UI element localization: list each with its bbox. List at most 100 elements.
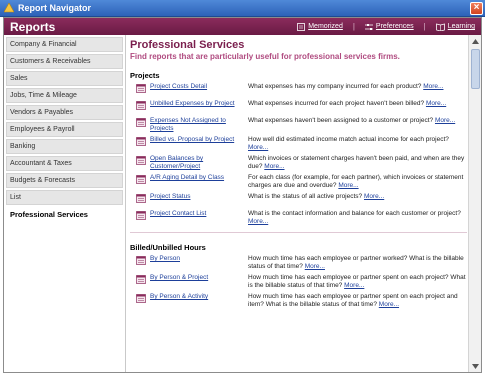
more-link[interactable]: More... — [305, 263, 325, 270]
report-icon[interactable] — [136, 256, 146, 265]
report-description: How much time has each employee or partn… — [246, 293, 467, 309]
report-description-text: What expenses haven't been assigned to a… — [248, 117, 434, 124]
more-link[interactable]: More... — [248, 218, 268, 225]
report-navigator-icon — [4, 3, 14, 13]
section-title-billed-unbilled-hours: Billed/Unbilled Hours — [130, 243, 206, 252]
report-icon[interactable] — [136, 156, 146, 165]
report-link[interactable]: Project Status — [150, 193, 246, 201]
report-row: Project Status What is the status of all … — [130, 193, 467, 207]
more-link[interactable]: More... — [344, 282, 364, 289]
more-link[interactable]: More... — [264, 163, 284, 170]
preferences-icon — [364, 23, 373, 30]
report-link[interactable]: A/R Aging Detail by Class — [150, 174, 246, 182]
section-projects: Project Costs Detail What expenses has my… — [130, 83, 467, 226]
scrollbar-thumb[interactable] — [471, 49, 480, 89]
report-description: How much time has each employee or partn… — [246, 255, 467, 271]
report-description: What expenses incurred for each project … — [246, 100, 467, 108]
report-link[interactable]: Expenses Not Assigned to Projects — [150, 117, 246, 133]
report-row: By Person & Project How much time has eac… — [130, 274, 467, 290]
sidebar-item-budgets-forecasts[interactable]: Budgets & Forecasts — [6, 173, 123, 188]
preferences-link[interactable]: Preferences — [364, 23, 414, 31]
report-link[interactable]: Project Costs Detail — [150, 83, 246, 91]
report-description: How much time has each employee or partn… — [246, 274, 467, 290]
report-description: For each class (for example, for each pa… — [246, 174, 467, 190]
report-description-text: What is the contact information and bala… — [248, 210, 461, 217]
report-description-text: What is the status of all active project… — [248, 193, 363, 200]
sidebar-item-sales[interactable]: Sales — [6, 71, 123, 86]
header-separator: | — [352, 22, 355, 31]
report-description-text: How much time has each employee or partn… — [248, 293, 458, 308]
memorized-icon — [297, 22, 306, 31]
report-link[interactable]: Unbilled Expenses by Project — [150, 100, 246, 108]
preferences-label: Preferences — [375, 23, 414, 30]
report-row: Expenses Not Assigned to Projects What ex… — [130, 117, 467, 133]
report-description: Which invoices or statement charges have… — [246, 155, 467, 171]
more-link[interactable]: More... — [248, 144, 268, 151]
report-icon[interactable] — [136, 118, 146, 127]
sidebar-item-company-financial[interactable]: Company & Financial — [6, 37, 123, 52]
report-icon[interactable] — [136, 137, 146, 146]
vertical-scrollbar[interactable] — [468, 35, 481, 372]
scroll-down-button[interactable] — [469, 360, 482, 372]
memorized-label: Memorized — [308, 23, 343, 30]
reports-title: Reports — [10, 19, 56, 34]
report-row: Project Contact List What is the contact … — [130, 210, 467, 226]
report-link[interactable]: Open Balances by Customer/Project — [150, 155, 246, 171]
report-icon[interactable] — [136, 294, 146, 303]
report-navigator-window: Reports Memorized | Preferences | Learni… — [3, 17, 482, 373]
report-icon[interactable] — [136, 101, 146, 110]
report-icon[interactable] — [136, 84, 146, 93]
learning-link[interactable]: Learning — [435, 22, 475, 31]
more-link[interactable]: More... — [426, 100, 446, 107]
more-link[interactable]: More... — [364, 193, 384, 200]
report-category-sidebar: Company & Financial Customers & Receivab… — [4, 35, 126, 372]
report-icon[interactable] — [136, 211, 146, 220]
report-description-text: What expenses has my company incurred fo… — [248, 83, 422, 90]
report-icon[interactable] — [136, 175, 146, 184]
sidebar-item-professional-services[interactable]: Professional Services — [6, 207, 123, 222]
chevron-up-icon — [472, 38, 479, 44]
report-icon[interactable] — [136, 194, 146, 203]
sidebar-item-customers-receivables[interactable]: Customers & Receivables — [6, 54, 123, 69]
section-billed-unbilled-hours: By Person How much time has each employee… — [130, 255, 467, 309]
close-button[interactable]: × — [470, 2, 483, 15]
report-link[interactable]: By Person — [150, 255, 246, 263]
sidebar-item-vendors-payables[interactable]: Vendors & Payables — [6, 105, 123, 120]
memorized-link[interactable]: Memorized — [297, 22, 343, 31]
more-link[interactable]: More... — [379, 301, 399, 308]
report-description: How well did estimated income match actu… — [246, 136, 467, 152]
sidebar-item-employees-payroll[interactable]: Employees & Payroll — [6, 122, 123, 137]
page-subtitle: Find reports that are particularly usefu… — [130, 52, 400, 61]
report-row: By Person How much time has each employee… — [130, 255, 467, 271]
report-description: What expenses haven't been assigned to a… — [246, 117, 467, 125]
sidebar-item-accountant-taxes[interactable]: Accountant & Taxes — [6, 156, 123, 171]
report-link[interactable]: By Person & Activity — [150, 293, 246, 301]
report-row: A/R Aging Detail by Class For each class … — [130, 174, 467, 190]
report-description-text: How much time has each employee or partn… — [248, 255, 464, 270]
report-link[interactable]: By Person & Project — [150, 274, 246, 282]
close-icon: × — [473, 2, 480, 13]
report-description: What is the status of all active project… — [246, 193, 467, 201]
window-titlebar: Report Navigator × — [0, 0, 485, 17]
learning-label: Learning — [447, 23, 475, 30]
header-separator: | — [423, 22, 426, 31]
sidebar-item-banking[interactable]: Banking — [6, 139, 123, 154]
report-link[interactable]: Billed vs. Proposal by Project — [150, 136, 246, 144]
sidebar-item-list[interactable]: List — [6, 190, 123, 205]
more-link[interactable]: More... — [338, 182, 358, 189]
window-title: Report Navigator — [18, 3, 92, 13]
scroll-up-button[interactable] — [469, 35, 482, 47]
report-row: Open Balances by Customer/Project Which i… — [130, 155, 467, 171]
more-link[interactable]: More... — [435, 117, 455, 124]
report-icon[interactable] — [136, 275, 146, 284]
report-description-text: How well did estimated income match actu… — [248, 136, 449, 143]
chevron-down-icon — [472, 363, 479, 369]
report-row: Unbilled Expenses by Project What expense… — [130, 100, 467, 114]
reports-header: Reports Memorized | Preferences | Learni… — [4, 18, 481, 35]
report-description: What is the contact information and bala… — [246, 210, 467, 226]
report-description-text: What expenses incurred for each project … — [248, 100, 425, 107]
report-description: What expenses has my company incurred fo… — [246, 83, 467, 91]
sidebar-item-jobs-time-mileage[interactable]: Jobs, Time & Mileage — [6, 88, 123, 103]
report-link[interactable]: Project Contact List — [150, 210, 246, 218]
more-link[interactable]: More... — [423, 83, 443, 90]
